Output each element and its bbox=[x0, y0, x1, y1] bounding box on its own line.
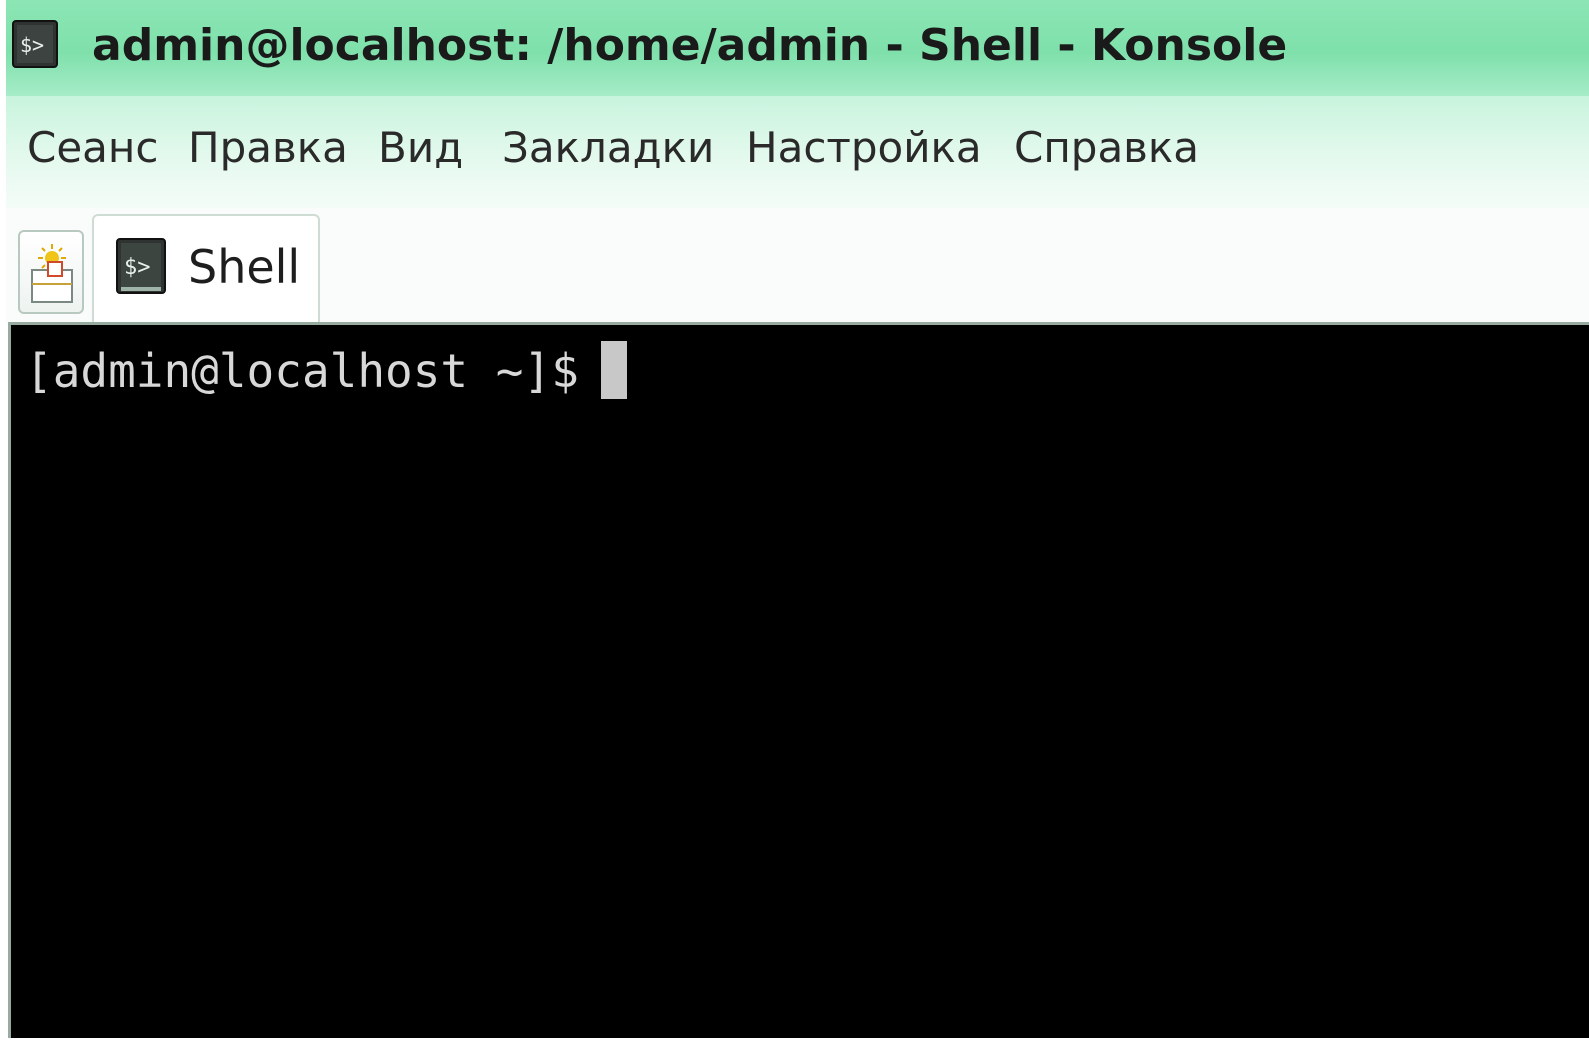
svg-text:$>: $> bbox=[124, 255, 151, 280]
menu-bar: Сеанс Правка Вид Закладки Настройка Спра… bbox=[6, 96, 1589, 208]
window-bottom-edge bbox=[0, 1038, 1589, 1051]
svg-text:$>: $> bbox=[20, 33, 44, 57]
terminal-icon[interactable]: $> bbox=[12, 20, 58, 68]
window-title: admin@localhost: /home/admin - Shell - K… bbox=[92, 20, 1288, 71]
tab-shell[interactable]: $> Shell bbox=[92, 214, 320, 326]
terminal-line: [admin@localhost ~]$ bbox=[25, 339, 627, 403]
tab-bar: $> Shell bbox=[6, 208, 1589, 326]
menu-view[interactable]: Вид bbox=[378, 118, 463, 178]
menu-session[interactable]: Сеанс bbox=[27, 118, 158, 178]
menu-edit[interactable]: Правка bbox=[188, 118, 348, 178]
tab-label: Shell bbox=[188, 240, 301, 294]
new-tab-button[interactable] bbox=[18, 230, 84, 314]
title-bar[interactable]: $> admin@localhost: /home/admin - Shell … bbox=[6, 0, 1589, 96]
shell-prompt: [admin@localhost ~]$ bbox=[25, 344, 579, 398]
new-tab-icon bbox=[28, 240, 76, 311]
terminal-icon: $> bbox=[116, 238, 166, 294]
menu-bookmarks[interactable]: Закладки bbox=[502, 118, 714, 178]
terminal-area[interactable]: [admin@localhost ~]$ bbox=[8, 322, 1589, 1038]
konsole-window: $> admin@localhost: /home/admin - Shell … bbox=[0, 0, 1589, 1051]
menu-settings[interactable]: Настройка bbox=[746, 118, 982, 178]
text-cursor bbox=[600, 341, 627, 399]
menu-help[interactable]: Справка bbox=[1014, 118, 1199, 178]
